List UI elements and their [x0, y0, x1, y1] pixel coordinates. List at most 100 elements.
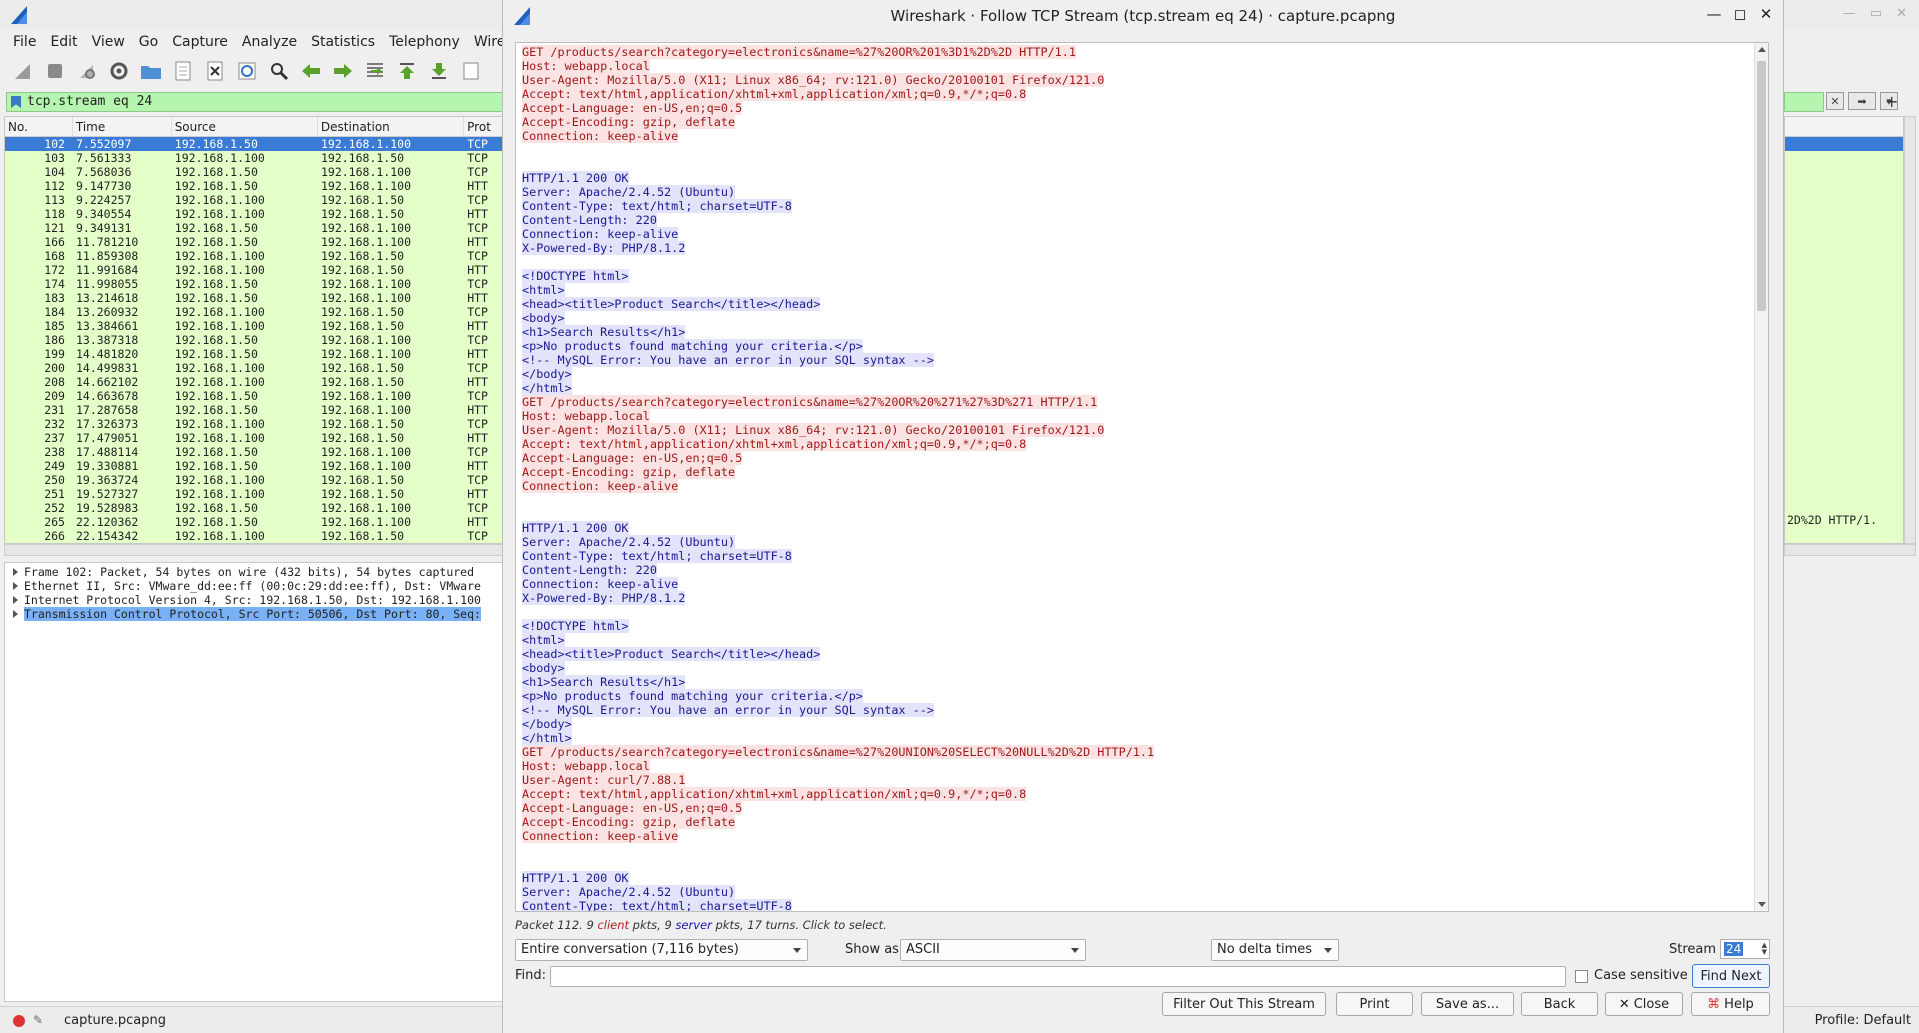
find-input[interactable]: [550, 966, 1566, 987]
column-header-destination[interactable]: Destination: [318, 117, 465, 136]
table-row[interactable]: 250 19.363724 192.168.1.100 192.168.1.50 TCP: [5, 473, 503, 487]
case-sensitive-checkbox[interactable]: [1575, 970, 1588, 983]
table-row[interactable]: 266 22.154342 192.168.1.100 192.168.1.50 TCP: [5, 529, 503, 543]
reload-icon[interactable]: [236, 60, 258, 82]
table-row[interactable]: 121 9.349131 192.168.1.50 192.168.1.100 TCP: [5, 221, 503, 235]
table-row[interactable]: 112 9.147730 192.168.1.50 192.168.1.100 HTT: [5, 179, 503, 193]
close-file-icon[interactable]: [204, 60, 226, 82]
column-header-source[interactable]: Source: [172, 117, 318, 136]
find-packet-icon[interactable]: [268, 60, 290, 82]
open-file-icon[interactable]: [140, 60, 162, 82]
back-button[interactable]: Back: [1521, 992, 1598, 1016]
table-row[interactable]: 183 13.214618 192.168.1.50 192.168.1.100 HTT: [5, 291, 503, 305]
packet-list-right-part[interactable]: 2D%2D HTTP/1.: [1784, 116, 1904, 544]
delta-times-select[interactable]: No delta times: [1211, 939, 1339, 961]
table-row[interactable]: 185 13.384661 192.168.1.100 192.168.1.50 HTT: [5, 319, 503, 333]
go-to-packet-icon[interactable]: [364, 60, 386, 82]
table-row[interactable]: 184 13.260932 192.168.1.100 192.168.1.50 TCP: [5, 305, 503, 319]
stop-capture-icon[interactable]: [44, 60, 66, 82]
table-row[interactable]: 249 19.330881 192.168.1.50 192.168.1.100 HTT: [5, 459, 503, 473]
scroll-up-arrow-icon[interactable]: [1758, 47, 1766, 52]
close-icon[interactable]: ✕: [1757, 4, 1775, 24]
table-row[interactable]: 103 7.561333 192.168.1.100 192.168.1.50 TCP: [5, 151, 503, 165]
display-filter-input[interactable]: tcp.stream eq 24: [6, 92, 506, 112]
table-row[interactable]: 265 22.120362 192.168.1.50 192.168.1.100 HTT: [5, 515, 503, 529]
menu-wireless[interactable]: Wireless: [467, 34, 505, 50]
stream-vertical-scrollbar[interactable]: [1754, 43, 1768, 911]
table-row[interactable]: 237 17.479051 192.168.1.100 192.168.1.50 HTT: [5, 431, 503, 445]
autoscroll-icon[interactable]: [460, 60, 482, 82]
tree-row-ipv4[interactable]: Internet Protocol Version 4, Src: 192.16…: [5, 593, 503, 607]
table-row[interactable]: 168 11.859308 192.168.1.100 192.168.1.50 TCP: [5, 249, 503, 263]
table-row[interactable]: 104 7.568036 192.168.1.50 192.168.1.100 TCP: [5, 165, 503, 179]
stream-content-textarea[interactable]: GET /products/search?category=electronic…: [515, 42, 1769, 912]
menu-capture[interactable]: Capture: [165, 34, 235, 50]
minimize-icon[interactable]: —: [1705, 4, 1723, 24]
last-packet-icon[interactable]: [428, 60, 450, 82]
menu-file[interactable]: File: [6, 34, 43, 50]
clear-filter-icon[interactable]: ✕: [1826, 92, 1844, 110]
menu-edit[interactable]: Edit: [43, 34, 84, 50]
go-forward-arrow-icon[interactable]: [332, 60, 354, 82]
spin-arrows-icon[interactable]: ▲ ▼: [1762, 942, 1767, 956]
close-button[interactable]: ✕ Close: [1605, 992, 1683, 1016]
table-row[interactable]: 251 19.527327 192.168.1.100 192.168.1.50 HTT: [5, 487, 503, 501]
tree-row-frame[interactable]: Frame 102: Packet, 54 bytes on wire (432…: [5, 565, 503, 579]
maximize-icon[interactable]: ▭: [1870, 6, 1882, 21]
expand-arrow-icon[interactable]: [13, 610, 18, 618]
capture-options-gear-icon[interactable]: [108, 60, 130, 82]
table-row[interactable]: 199 14.481820 192.168.1.50 192.168.1.100 HTT: [5, 347, 503, 361]
go-back-arrow-icon[interactable]: [300, 60, 322, 82]
table-row[interactable]: 208 14.662102 192.168.1.100 192.168.1.50 HTT: [5, 375, 503, 389]
scroll-down-arrow-icon[interactable]: [1758, 902, 1766, 907]
column-header-time[interactable]: Time: [73, 117, 172, 136]
table-row[interactable]: 231 17.287658 192.168.1.50 192.168.1.100 HTT: [5, 403, 503, 417]
stream-number-spinbox[interactable]: 24 ▲ ▼: [1720, 939, 1770, 959]
expand-arrow-icon[interactable]: [13, 596, 18, 604]
show-as-select[interactable]: ASCII: [900, 939, 1086, 961]
menu-telephony[interactable]: Telephony: [382, 34, 467, 50]
table-row[interactable]: 209 14.663678 192.168.1.50 192.168.1.100 TCP: [5, 389, 503, 403]
display-filter-input-tail[interactable]: [1784, 92, 1824, 112]
minimize-icon[interactable]: —: [1843, 6, 1856, 21]
print-button[interactable]: Print: [1336, 992, 1413, 1016]
capture-comment-pencil-icon[interactable]: ✎: [33, 1013, 43, 1027]
save-file-icon[interactable]: [172, 60, 194, 82]
packet-list-horizontal-scrollbar[interactable]: [4, 544, 504, 556]
expand-arrow-icon[interactable]: [13, 568, 18, 576]
add-filter-button-plus-icon[interactable]: +: [1885, 92, 1898, 111]
start-capture-icon[interactable]: [12, 60, 34, 82]
menu-view[interactable]: View: [85, 34, 132, 50]
first-packet-icon[interactable]: [396, 60, 418, 82]
conversation-select[interactable]: Entire conversation (7,116 bytes): [515, 939, 808, 961]
tree-row-ethernet[interactable]: Ethernet II, Src: VMware_dd:ee:ff (00:0c…: [5, 579, 503, 593]
column-header-no[interactable]: No.: [5, 117, 73, 136]
packet-list-right-horizontal-scrollbar[interactable]: [1784, 544, 1916, 556]
filter-out-stream-button[interactable]: Filter Out This Stream: [1162, 992, 1326, 1016]
scrollbar-thumb[interactable]: [1757, 61, 1766, 311]
find-next-button[interactable]: Find Next: [1692, 964, 1770, 988]
save-as-button[interactable]: Save as...: [1421, 992, 1514, 1016]
maximize-icon[interactable]: ◻: [1731, 4, 1749, 24]
apply-filter-arrow-icon[interactable]: ➡: [1848, 92, 1876, 110]
table-row[interactable]: 252 19.528983 192.168.1.50 192.168.1.100 TCP: [5, 501, 503, 515]
table-row[interactable]: 102 7.552097 192.168.1.50 192.168.1.100 TCP: [5, 137, 503, 151]
packet-details-tree[interactable]: Frame 102: Packet, 54 bytes on wire (432…: [4, 562, 504, 1002]
table-row[interactable]: 174 11.998055 192.168.1.50 192.168.1.100 TCP: [5, 277, 503, 291]
menu-statistics[interactable]: Statistics: [304, 34, 382, 50]
restart-capture-icon[interactable]: [76, 60, 98, 82]
menu-analyze[interactable]: Analyze: [235, 34, 304, 50]
expert-info-led-icon[interactable]: [13, 1015, 25, 1027]
packet-list-vertical-scrollbar[interactable]: [1904, 116, 1916, 544]
table-row[interactable]: 200 14.499831 192.168.1.100 192.168.1.50 TCP: [5, 361, 503, 375]
close-icon[interactable]: ✕: [1896, 6, 1907, 21]
column-header-protocol[interactable]: Prot: [464, 117, 503, 136]
menu-go[interactable]: Go: [132, 34, 165, 50]
table-row[interactable]: 166 11.781210 192.168.1.50 192.168.1.100 HTT: [5, 235, 503, 249]
table-row[interactable]: 238 17.488114 192.168.1.50 192.168.1.100 TCP: [5, 445, 503, 459]
help-button[interactable]: ⌘ Help: [1691, 992, 1770, 1016]
table-row[interactable]: 172 11.991684 192.168.1.100 192.168.1.50 HTT: [5, 263, 503, 277]
table-row[interactable]: 118 9.340554 192.168.1.100 192.168.1.50 HTT: [5, 207, 503, 221]
tree-row-tcp[interactable]: Transmission Control Protocol, Src Port:…: [5, 607, 503, 621]
filter-bookmark-icon[interactable]: [11, 96, 21, 108]
